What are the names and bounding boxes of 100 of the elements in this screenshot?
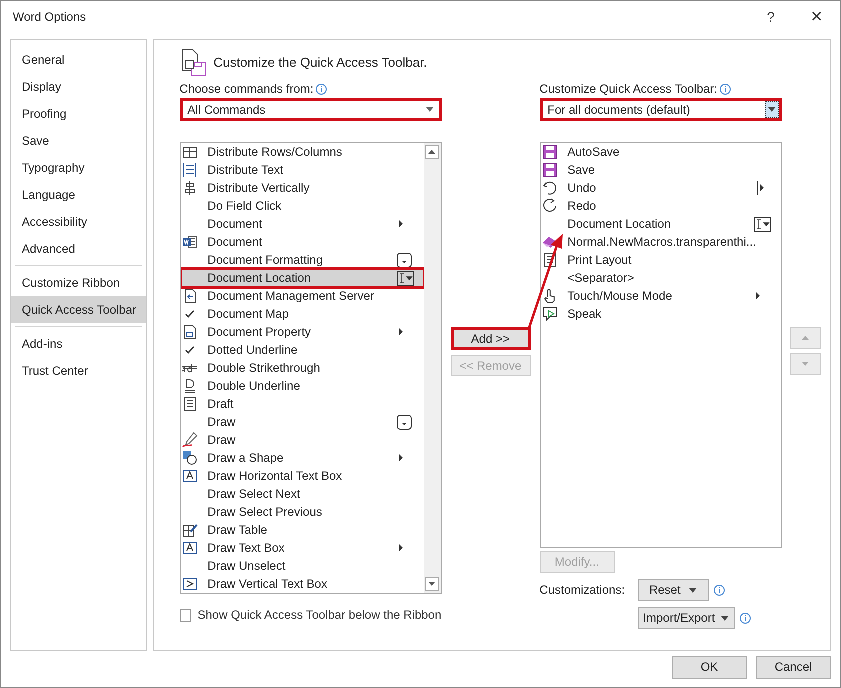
save-icon (542, 162, 558, 178)
distribute-text-icon (182, 162, 198, 178)
shape-icon (182, 450, 198, 466)
add-button[interactable]: Add >> (450, 327, 531, 350)
toolbar-item[interactable]: Touch/Mouse Mode (540, 287, 781, 305)
caret-icon (426, 107, 434, 112)
command-item[interactable]: Draw (180, 413, 424, 431)
commands-from-label: Choose commands from: (180, 81, 314, 98)
command-item[interactable]: Distribute Vertically (180, 179, 424, 197)
import-export-button[interactable]: Import/Export (638, 607, 735, 629)
sidebar-item[interactable]: Display (11, 73, 146, 100)
text-box-icon (182, 468, 198, 484)
reset-button[interactable]: Reset (638, 579, 709, 601)
info-icon (714, 584, 725, 596)
submenu-arrow-icon (754, 292, 761, 300)
page-heading: Customize the Quick Access Toolbar. (214, 54, 428, 72)
toolbar-item[interactable]: Save (540, 161, 781, 179)
info-icon (316, 84, 327, 94)
word-document-icon (182, 234, 198, 250)
speak-icon (542, 306, 558, 322)
toolbar-for-dropdown[interactable]: For all documents (default) (540, 98, 782, 121)
command-item[interactable]: Draw Vertical Text Box (180, 575, 424, 593)
undo-icon (542, 180, 558, 196)
split-arrow-icon (756, 181, 765, 195)
document-property-icon (182, 324, 198, 340)
toolbar-item[interactable]: Undo (540, 179, 781, 197)
commands-from-dropdown[interactable]: All Commands (180, 98, 442, 121)
cancel-button[interactable]: Cancel (756, 656, 831, 678)
command-item[interactable]: Document Management Server (180, 287, 424, 305)
caret-icon (721, 616, 730, 620)
command-item[interactable]: Draw Table (180, 521, 424, 539)
scroll-up-icon[interactable] (425, 145, 440, 159)
toolbar-item[interactable]: <Separator> (540, 269, 781, 287)
command-item[interactable]: Draw Select Next (180, 485, 424, 503)
command-item[interactable]: Dotted Underline (180, 341, 424, 359)
info-icon (740, 612, 751, 624)
show-below-label: Show Quick Access Toolbar below the Ribbon (198, 607, 442, 624)
command-item[interactable]: Document (180, 233, 424, 251)
toolbar-item[interactable]: Document Location (540, 215, 781, 233)
gallery-dropdown-icon (396, 252, 412, 268)
command-item[interactable]: Double Strikethrough (180, 359, 424, 377)
command-item[interactable]: Document Map (180, 305, 424, 323)
command-item[interactable]: Document Property (180, 323, 424, 341)
draw-table-icon (182, 522, 198, 538)
command-item[interactable]: Draw Unselect (180, 557, 424, 575)
command-item[interactable]: Do Field Click (180, 197, 424, 215)
command-item[interactable]: Draw a Shape (180, 449, 424, 467)
scrollbar[interactable] (424, 143, 441, 593)
pen-icon (182, 432, 198, 448)
ok-button[interactable]: OK (672, 656, 747, 678)
command-item[interactable]: Document (180, 215, 424, 233)
toolbar-item[interactable]: AutoSave (540, 143, 781, 161)
sidebar-item[interactable]: Typography (11, 154, 146, 181)
submenu-arrow-icon (398, 544, 404, 552)
command-item[interactable]: Document Formatting (180, 251, 424, 269)
text-field-dropdown-icon (396, 270, 414, 286)
caret-icon (768, 107, 776, 112)
command-item[interactable]: Draw (180, 431, 424, 449)
sidebar-item[interactable]: Quick Access Toolbar (11, 296, 146, 323)
submenu-arrow-icon (398, 220, 404, 228)
toolbar-for-label: Customize Quick Access Toolbar: (540, 81, 718, 98)
submenu-arrow-icon (398, 328, 404, 336)
help-button[interactable]: ? (748, 1, 794, 33)
text-field-dropdown-icon (754, 216, 771, 232)
page-icon (542, 252, 558, 268)
scroll-down-icon[interactable] (425, 577, 440, 591)
toolbar-customize-icon (180, 48, 208, 78)
submenu-arrow-icon (398, 454, 404, 462)
touch-icon (542, 288, 558, 304)
sidebar-item[interactable]: Save (11, 127, 146, 154)
command-item[interactable]: Distribute Text (180, 161, 424, 179)
command-item[interactable]: Double Underline (180, 377, 424, 395)
sidebar-item[interactable]: Customize Ribbon (11, 269, 146, 296)
sidebar-item[interactable]: Proofing (11, 100, 146, 127)
toolbar-item[interactable]: Redo (540, 197, 781, 215)
save-icon (542, 144, 558, 160)
command-item[interactable]: Draft (180, 395, 424, 413)
caret-icon (688, 588, 697, 592)
info-icon (720, 84, 731, 94)
show-below-checkbox[interactable] (180, 608, 191, 622)
redo-icon (542, 198, 558, 214)
sidebar-item[interactable]: Trust Center (11, 357, 146, 384)
command-item[interactable]: Document Location (180, 269, 424, 287)
sidebar-item[interactable]: Accessibility (11, 208, 146, 235)
sidebar-item[interactable]: Language (11, 181, 146, 208)
sidebar-item[interactable]: General (11, 46, 146, 73)
command-item[interactable]: Draw Text Box (180, 539, 424, 557)
text-box-icon (182, 540, 198, 556)
window-title: Word Options (13, 9, 86, 26)
toolbar-item[interactable]: Print Layout (540, 251, 781, 269)
sidebar-item[interactable]: Advanced (11, 235, 146, 262)
command-item[interactable]: Draw Select Previous (180, 503, 424, 521)
toolbar-item[interactable]: Speak (540, 305, 781, 323)
table-icon (182, 144, 198, 160)
command-item[interactable]: Distribute Rows/Columns (180, 143, 424, 161)
sidebar-item[interactable]: Add-ins (11, 330, 146, 357)
close-button[interactable]: × (794, 1, 840, 33)
up-arrow-icon (802, 336, 809, 340)
down-arrow-icon (802, 362, 809, 366)
command-item[interactable]: Draw Horizontal Text Box (180, 467, 424, 485)
